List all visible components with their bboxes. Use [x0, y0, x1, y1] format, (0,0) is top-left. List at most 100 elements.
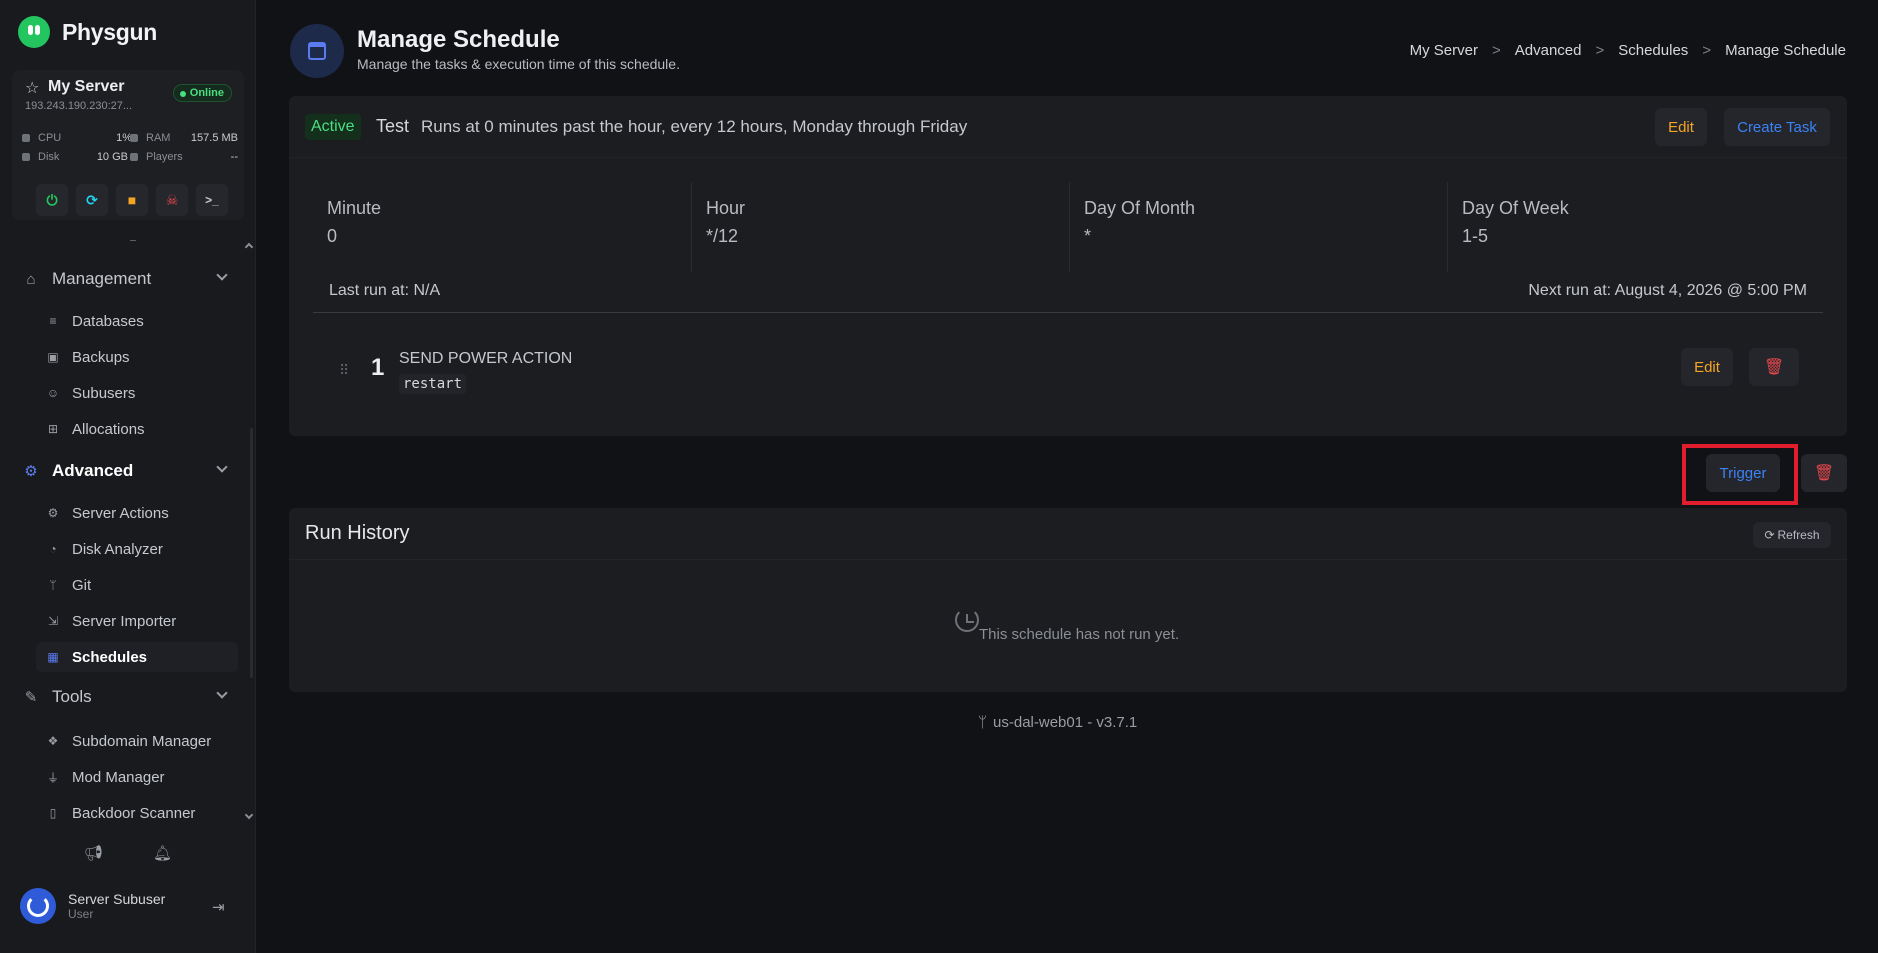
last-run: Last run at: N/A — [329, 282, 441, 299]
sidebar-item-allocations[interactable]: ⊞ Allocations — [36, 414, 238, 444]
calendar-icon — [308, 42, 326, 60]
chevron-down-icon — [216, 687, 228, 699]
task-number: 1 — [371, 354, 385, 381]
network-icon: ⊞ — [47, 422, 59, 436]
ram-stat-value: 157.5 MB — [190, 132, 238, 144]
delete-schedule-button[interactable]: 🗑︎ — [1801, 454, 1847, 492]
page-subtitle: Manage the tasks & execution time of thi… — [357, 56, 680, 72]
start-button[interactable]: ⏻ — [36, 184, 68, 216]
power-controls: ⏻ ⟳ ■ ☠ >_ — [36, 184, 228, 216]
chevron-down-icon — [216, 461, 228, 473]
star-icon[interactable]: ☆ — [25, 78, 39, 98]
sidebar: Physgun ☆ My Server Online 193.243.190.2… — [0, 0, 256, 953]
breadcrumb-advanced[interactable]: Advanced — [1515, 42, 1582, 59]
breadcrumb-schedules[interactable]: Schedules — [1618, 42, 1688, 59]
run-history-title: Run History — [305, 522, 410, 544]
nav-tools[interactable]: ✎ Tools — [12, 680, 238, 714]
logout-icon[interactable]: ⇥ — [212, 898, 225, 916]
cron-minute: Minute 0 — [327, 198, 382, 246]
status-badge: Active — [305, 114, 361, 140]
cpu-stat-label: CPU — [22, 132, 61, 144]
cron-hour: Hour */12 — [691, 182, 1069, 272]
bell-icon[interactable]: 🔔︎ — [153, 844, 172, 862]
file-import-icon: ⇲ — [47, 614, 59, 628]
refresh-icon: ⟳ — [1764, 528, 1775, 542]
sidebar-item-subusers[interactable]: ☺ Subusers — [36, 378, 238, 408]
players-stat-value: -- — [230, 151, 238, 163]
restart-button[interactable]: ⟳ — [76, 184, 108, 216]
sidebar-item-backdoor-scanner[interactable]: ▯ Backdoor Scanner — [36, 798, 238, 828]
server-name: My Server — [48, 78, 125, 95]
megaphone-icon[interactable]: 📢︎ — [84, 844, 103, 862]
gear-icon: ⚙ — [24, 463, 38, 480]
sidebar-item-server-importer[interactable]: ⇲ Server Importer — [36, 606, 238, 636]
drag-handle-icon[interactable]: ⠿ — [339, 362, 349, 379]
sidebar-item-backups[interactable]: ▣ Backups — [36, 342, 238, 372]
disk-stat-value: 10 GB — [96, 151, 128, 163]
trash-icon: 🗑︎ — [1813, 465, 1835, 482]
stop-button[interactable]: ■ — [116, 184, 148, 216]
edit-schedule-button[interactable]: Edit — [1655, 108, 1707, 146]
avatar — [20, 888, 56, 924]
app-logo[interactable]: Physgun — [18, 16, 157, 48]
app-name: Physgun — [62, 18, 158, 45]
next-run: Next run at: August 4, 2026 @ 5:00 PM — [1528, 282, 1807, 299]
pie-chart-icon: ◔ — [49, 542, 57, 556]
edit-task-button[interactable]: Edit — [1681, 348, 1733, 386]
console-button[interactable]: >_ — [196, 184, 228, 216]
breadcrumb-my-server[interactable]: My Server — [1410, 42, 1478, 59]
users-icon: ☺ — [46, 386, 60, 400]
nav-management[interactable]: ⌂ Management — [12, 262, 238, 296]
user-name: Server Subuser — [68, 891, 166, 907]
sidebar-item-disk-analyzer[interactable]: ◔ Disk Analyzer — [36, 534, 238, 564]
history-icon — [955, 608, 979, 632]
calendar-icon: ▦ — [47, 650, 59, 664]
breadcrumb: My Server > Advanced > Schedules > Manag… — [1409, 42, 1846, 59]
disk-stat-label: Disk — [22, 151, 59, 163]
nav-advanced[interactable]: ⚙ Advanced — [12, 454, 238, 488]
cron-grid: Minute 0 Hour */12 Day Of Month * Day Of… — [313, 182, 1823, 362]
schedule-description: Runs at 0 minutes past the hour, every 1… — [421, 117, 968, 136]
plug-icon: ⏚ — [46, 770, 59, 785]
sidebar-scrollbar[interactable] — [250, 428, 253, 678]
refresh-button[interactable]: ⟳ Refresh — [1753, 522, 1831, 548]
scroll-up-icon[interactable] — [244, 242, 254, 252]
players-icon — [130, 153, 138, 161]
physgun-logo-icon — [18, 16, 50, 48]
gears-icon: ⚙ — [47, 506, 59, 520]
git-branch-icon: ᛘ — [978, 714, 988, 731]
sidebar-item-git[interactable]: ᛘ Git — [36, 570, 238, 600]
sidebar-item-server-actions[interactable]: ⚙ Server Actions — [36, 498, 238, 528]
server-ip[interactable]: 193.243.190.230:27... — [25, 100, 132, 112]
empty-history-text: This schedule has not run yet. — [979, 626, 1180, 643]
sidebar-item-subdomain-manager[interactable]: ❖ Subdomain Manager — [36, 726, 238, 756]
cron-day-of-month: Day Of Month * — [1069, 182, 1447, 272]
sidebar-footer-actions: 📢︎ 🔔︎ — [12, 838, 244, 868]
version-text: us-dal-web01 - v3.7.1 — [993, 714, 1138, 731]
create-task-button[interactable]: Create Task — [1724, 108, 1830, 146]
task-argument: restart — [399, 374, 467, 394]
task-action: SEND POWER ACTION — [399, 350, 573, 367]
ram-stat-label: RAM — [130, 132, 170, 144]
trash-icon: 🗑︎ — [1763, 359, 1785, 376]
cron-day-of-week: Day Of Week 1-5 — [1447, 182, 1825, 272]
cpu-stat-value: 1% — [116, 132, 132, 144]
run-history-card: Run History ⟳ Refresh This schedule has … — [289, 508, 1847, 692]
delete-task-button[interactable]: 🗑︎ — [1749, 348, 1799, 386]
backups-icon: ▣ — [47, 350, 59, 364]
user-profile[interactable]: Server Subuser User — [20, 888, 165, 924]
scroll-down-icon[interactable] — [244, 810, 254, 820]
schedule-card-header: Active Test Runs at 0 minutes past the h… — [289, 96, 1847, 158]
breadcrumb-manage-schedule: Manage Schedule — [1725, 42, 1846, 59]
schedule-page-icon — [290, 24, 344, 78]
schedule-name: Test — [376, 116, 410, 136]
user-role: User — [68, 907, 94, 921]
sidebar-item-databases[interactable]: ≡ Databases — [36, 306, 238, 336]
sidebar-item-schedules[interactable]: ▦ Schedules — [36, 642, 238, 672]
git-branch-icon: ᛘ — [49, 578, 57, 592]
kill-button[interactable]: ☠ — [156, 184, 188, 216]
wrench-icon: ✎ — [24, 689, 38, 706]
ram-icon — [130, 134, 138, 142]
trigger-highlight — [1682, 444, 1798, 505]
sidebar-item-mod-manager[interactable]: ⏚ Mod Manager — [36, 762, 238, 792]
